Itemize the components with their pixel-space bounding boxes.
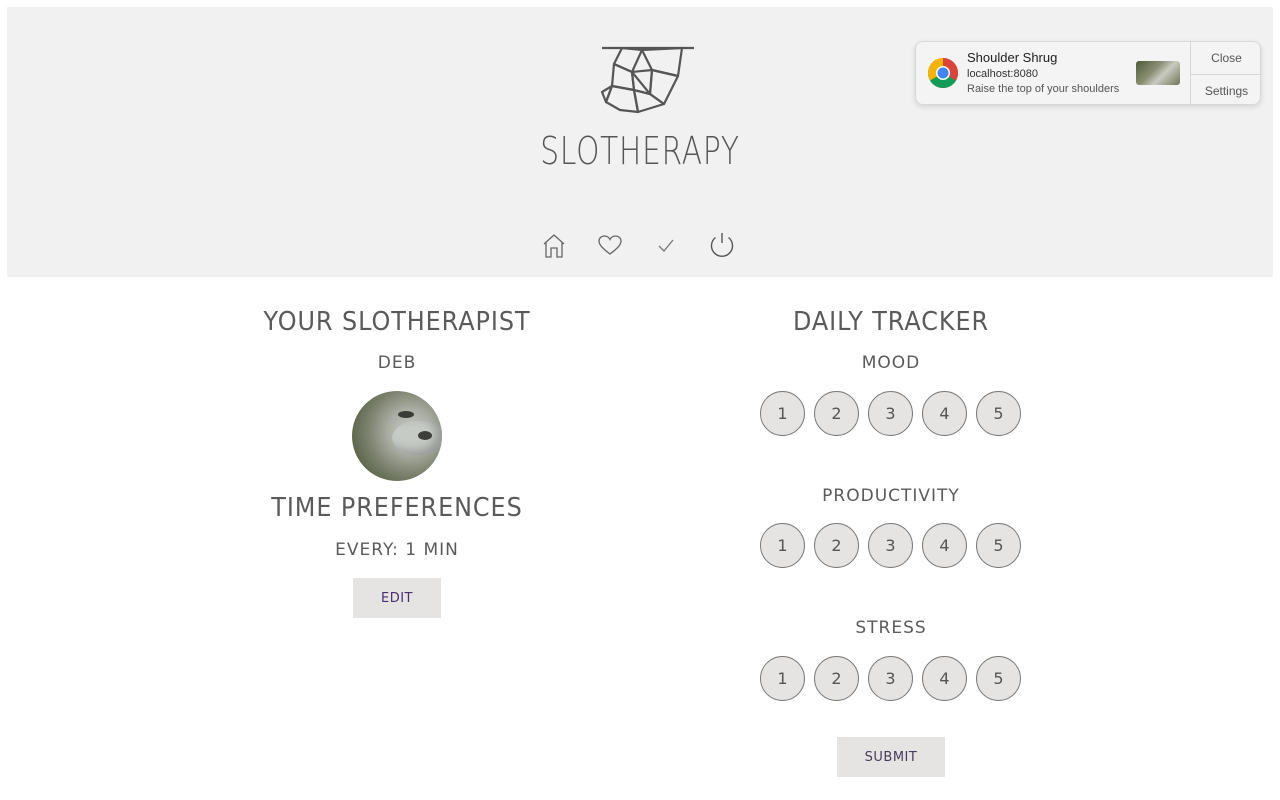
time-preferences-heading: TIME PREFERENCES xyxy=(271,493,523,523)
notification-title: Shoulder Shrug xyxy=(967,50,1058,65)
interval-value: EVERY: 1 MIN xyxy=(335,540,459,560)
stress-option-4[interactable]: 4 xyxy=(922,656,967,701)
page: SLOTHERAPY Shoulder Shrug localhost:8080… xyxy=(0,0,1280,800)
notification-close-button[interactable]: Close xyxy=(1191,42,1260,74)
therapist-avatar xyxy=(352,391,442,481)
tracker-heading: DAILY TRACKER xyxy=(792,307,990,337)
stress-rating: 1 2 3 4 5 xyxy=(760,656,1021,701)
nav-tracker[interactable] xyxy=(652,230,680,260)
avatar-eye xyxy=(398,411,414,418)
notification-source: localhost:8080 xyxy=(967,68,1038,80)
therapist-name: DEB xyxy=(377,353,417,373)
productivity-rating: 1 2 3 4 5 xyxy=(760,523,1021,568)
mood-option-2[interactable]: 2 xyxy=(814,391,859,436)
notification-settings-button[interactable]: Settings xyxy=(1191,74,1260,104)
avatar-snout xyxy=(392,421,442,455)
stress-option-2[interactable]: 2 xyxy=(814,656,859,701)
therapist-heading: YOUR SLOTHERAPIST xyxy=(263,307,531,337)
avatar-nose xyxy=(418,431,432,440)
mood-option-3[interactable]: 3 xyxy=(868,391,913,436)
mood-option-4[interactable]: 4 xyxy=(922,391,967,436)
submit-button[interactable]: SUBMIT xyxy=(837,737,945,777)
power-icon xyxy=(710,233,734,257)
edit-button[interactable]: EDIT xyxy=(353,578,441,618)
productivity-option-4[interactable]: 4 xyxy=(922,523,967,568)
main-nav xyxy=(540,230,736,260)
productivity-option-5[interactable]: 5 xyxy=(976,523,1021,568)
mood-option-1[interactable]: 1 xyxy=(760,391,805,436)
mood-option-5[interactable]: 5 xyxy=(976,391,1021,436)
home-icon xyxy=(543,234,565,258)
nav-logout[interactable] xyxy=(708,230,736,260)
mood-label: MOOD xyxy=(861,353,921,373)
stress-option-1[interactable]: 1 xyxy=(760,656,805,701)
notification-thumbnail xyxy=(1136,61,1180,85)
productivity-label: PRODUCTIVITY xyxy=(822,486,960,506)
notification-body: Raise the top of your shoulders xyxy=(967,83,1120,95)
stress-option-5[interactable]: 5 xyxy=(976,656,1021,701)
nav-favorites[interactable] xyxy=(596,230,624,260)
sloth-logo-icon xyxy=(600,46,694,114)
brand-title: SLOTHERAPY xyxy=(540,129,740,173)
heart-icon xyxy=(598,235,622,255)
chrome-icon xyxy=(927,57,959,89)
notification-actions: Close Settings xyxy=(1190,42,1260,104)
desktop-notification[interactable]: Shoulder Shrug localhost:8080 Raise the … xyxy=(915,41,1261,105)
stress-option-3[interactable]: 3 xyxy=(868,656,913,701)
productivity-option-3[interactable]: 3 xyxy=(868,523,913,568)
productivity-option-1[interactable]: 1 xyxy=(760,523,805,568)
stress-label: STRESS xyxy=(855,618,927,638)
productivity-option-2[interactable]: 2 xyxy=(814,523,859,568)
notification-text: Shoulder Shrug localhost:8080 Raise the … xyxy=(967,50,1127,97)
check-icon xyxy=(658,239,674,252)
nav-home[interactable] xyxy=(540,230,568,260)
mood-rating: 1 2 3 4 5 xyxy=(760,391,1021,436)
